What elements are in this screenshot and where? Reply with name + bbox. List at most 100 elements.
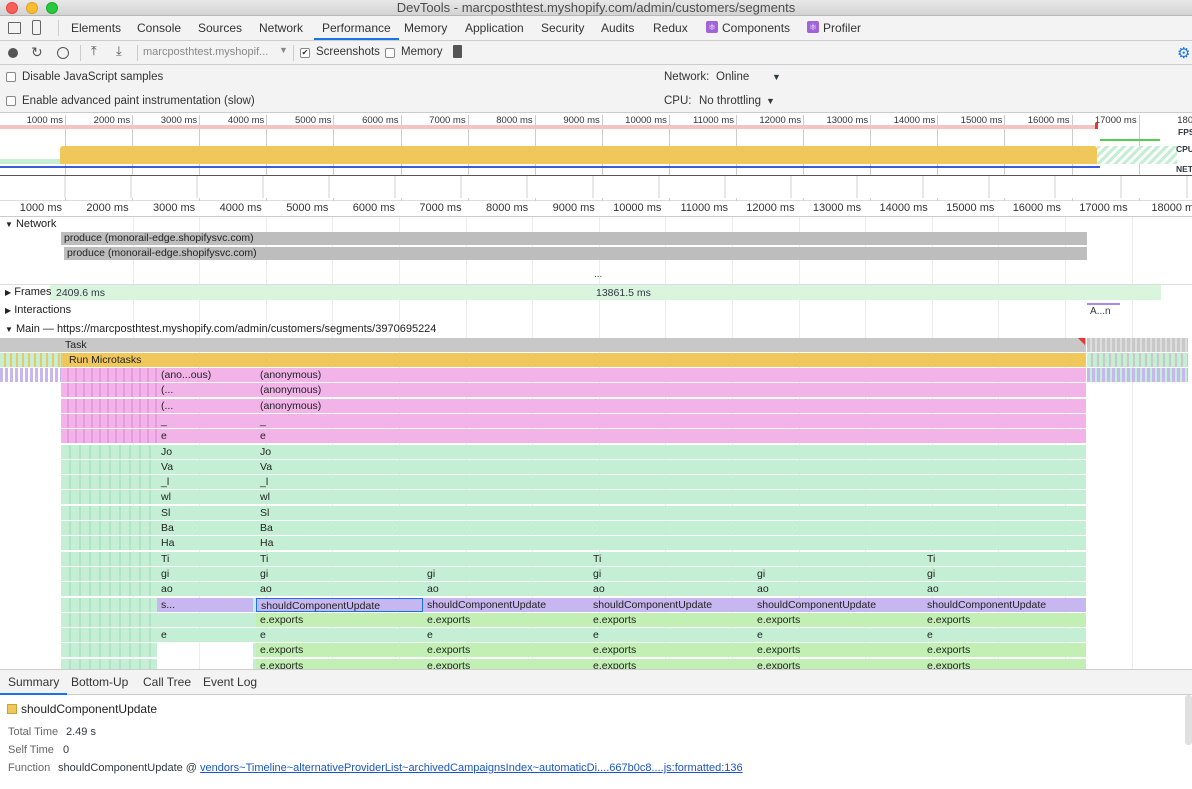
flame-frame[interactable]: e.exports [923, 658, 1086, 669]
flame-frame[interactable]: gi [157, 566, 253, 581]
download-icon[interactable]: ⤓ [116, 43, 122, 59]
flame-frame[interactable]: Jo [157, 444, 253, 459]
flame-frame-filler[interactable] [61, 551, 157, 566]
flame-frame[interactable]: (... [157, 398, 253, 413]
network-chevron-icon[interactable]: ▼ [772, 72, 781, 82]
flame-frame[interactable]: ao [256, 582, 423, 597]
tab-event-log[interactable]: Event Log [203, 670, 257, 695]
flame-frame[interactable]: e [157, 628, 253, 643]
flame-frame[interactable]: Va [256, 459, 1086, 474]
flame-frame[interactable]: Va [157, 459, 253, 474]
tab-performance[interactable]: Performance [314, 16, 399, 40]
screenshot-filmstrip[interactable] [0, 176, 1192, 198]
flame-frame-filler[interactable] [61, 658, 157, 669]
task-bar-right[interactable] [1087, 338, 1188, 352]
callstack-left[interactable] [0, 368, 61, 382]
flame-frame[interactable]: _ [157, 413, 253, 428]
flame-frame[interactable]: e.exports [923, 643, 1086, 658]
flame-frame-filler[interactable] [61, 459, 157, 474]
settings-gear-icon[interactable]: ⚙ [1177, 44, 1190, 62]
flame-frame[interactable]: wl [256, 490, 1086, 505]
flame-frame-filler[interactable] [61, 444, 157, 459]
tab-network[interactable]: Network [259, 16, 303, 40]
tab-summary[interactable]: Summary [0, 670, 68, 695]
minimize-window-button[interactable] [26, 2, 38, 14]
flame-frame[interactable]: Ti [157, 551, 253, 566]
flame-frame[interactable]: gi [923, 566, 1086, 581]
flame-frame[interactable]: _ [256, 413, 1086, 428]
memory-checkbox[interactable] [385, 48, 395, 58]
flame-frame[interactable]: Sl [256, 505, 1086, 520]
flame-frame[interactable]: (anonymous) [256, 368, 1086, 382]
upload-icon[interactable]: ⤒ [91, 43, 97, 59]
flame-frame-ti[interactable]: Ti [589, 552, 649, 566]
summary-scrollbar[interactable] [1185, 695, 1192, 745]
flame-frame[interactable]: e.exports [753, 612, 923, 627]
flame-frame-filler[interactable] [61, 490, 157, 505]
network-request-row[interactable]: produce (monorail-edge.shopifysvc.com) [61, 232, 1087, 245]
tab-components[interactable]: Components [722, 16, 790, 40]
profile-select-chevron-icon[interactable]: ▼ [279, 45, 288, 55]
should-component-update-bar[interactable]: shouldComponentUpdate [423, 597, 589, 612]
profile-select[interactable]: marcposthtest.myshopif... [143, 46, 268, 58]
flame-frame[interactable]: e [753, 628, 923, 643]
timeline-overview[interactable]: 1000 ms 2000 ms 3000 ms 4000 ms 5000 ms 6000 … [0, 113, 1192, 201]
flame-frame[interactable] [157, 612, 253, 627]
flame-frame[interactable]: e.exports [256, 612, 423, 627]
flame-frame[interactable]: Ba [256, 521, 1086, 535]
flame-frame[interactable]: e.exports [753, 658, 923, 669]
flame-frame[interactable]: gi [589, 566, 753, 581]
interaction-bar[interactable] [1087, 303, 1120, 305]
flame-frame[interactable]: gi [423, 566, 589, 581]
network-throttle-select[interactable]: Online [716, 71, 749, 83]
inspect-element-icon[interactable] [8, 22, 21, 34]
should-component-update-bar[interactable]: shouldComponentUpdate [923, 597, 1086, 612]
should-component-update-bar[interactable]: shouldComponentUpdate [589, 597, 753, 612]
frames-track-header[interactable]: ▶ Frames [5, 286, 52, 298]
flame-frame[interactable]: ao [753, 582, 923, 597]
flame-frame[interactable]: e.exports [923, 612, 1086, 627]
flame-frame-ti[interactable]: Ti [923, 552, 983, 566]
network-track-header[interactable]: ▼ Network [5, 218, 56, 230]
track-resize-handle[interactable]: ... [594, 269, 602, 280]
flame-frame[interactable]: e.exports [423, 612, 589, 627]
flame-frame[interactable]: gi [753, 566, 923, 581]
flame-frame[interactable]: e.exports [423, 658, 589, 669]
interactions-track-header[interactable]: ▶ Interactions [5, 304, 71, 316]
flame-frame-filler[interactable] [61, 475, 157, 490]
flame-frame[interactable]: e [923, 628, 1086, 643]
flame-frame-filler[interactable] [61, 505, 157, 520]
flame-frame[interactable]: (anonymous) [256, 398, 1086, 413]
flame-frame[interactable]: s... [157, 597, 253, 612]
flame-frame[interactable]: _l [256, 475, 1086, 490]
should-component-update-selected[interactable]: shouldComponentUpdate [256, 597, 423, 612]
flame-frame[interactable]: ao [157, 582, 253, 597]
disable-js-samples-checkbox[interactable] [6, 72, 16, 82]
reload-record-icon[interactable]: ↻ [31, 44, 43, 61]
flame-frame[interactable]: e.exports [423, 643, 589, 658]
tab-call-tree[interactable]: Call Tree [143, 670, 191, 695]
should-component-update-bar[interactable]: shouldComponentUpdate [753, 597, 923, 612]
record-icon[interactable] [8, 48, 18, 58]
maximize-window-button[interactable] [46, 2, 58, 14]
flame-frame[interactable]: wl [157, 490, 253, 505]
flame-frame[interactable]: gi [256, 566, 423, 581]
flame-frame[interactable]: Ha [256, 536, 1086, 551]
tab-bottom-up[interactable]: Bottom-Up [71, 670, 128, 695]
flame-frame[interactable]: e [589, 628, 753, 643]
flame-frame-filler[interactable] [61, 566, 157, 581]
tab-security[interactable]: Security [541, 16, 584, 40]
flame-frame[interactable]: ao [589, 582, 753, 597]
flame-frame[interactable]: Jo [256, 444, 1086, 459]
tab-application[interactable]: Application [465, 16, 524, 40]
flame-frame[interactable]: ao [923, 582, 1086, 597]
flame-frame[interactable]: Sl [157, 505, 253, 520]
microtask-right[interactable] [1087, 353, 1188, 367]
flame-frame[interactable]: Ha [157, 536, 253, 551]
flame-frame-filler[interactable] [61, 628, 157, 643]
flame-frame-filler[interactable] [61, 643, 157, 658]
advanced-paint-checkbox[interactable] [6, 96, 16, 106]
flame-frame-filler[interactable] [61, 521, 157, 535]
callstack-right[interactable] [1087, 368, 1188, 382]
flame-frame[interactable]: Ba [157, 521, 253, 535]
